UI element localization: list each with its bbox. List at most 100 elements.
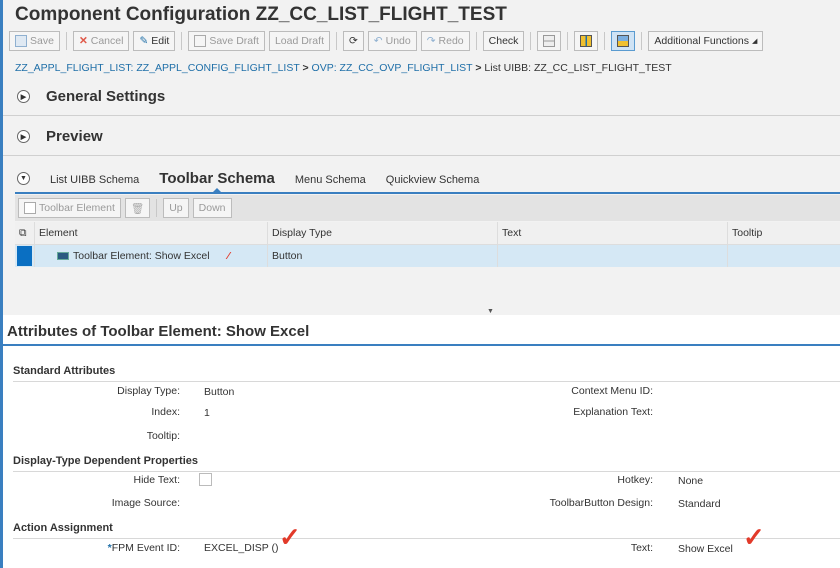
save-draft-button[interactable]: Save Draft bbox=[188, 31, 265, 51]
breadcrumb-separator: > bbox=[302, 62, 309, 74]
add-toolbar-element-button[interactable]: Toolbar Element bbox=[18, 198, 121, 218]
checkmark-annotation-icon: ✓ bbox=[279, 522, 301, 552]
save-draft-icon bbox=[194, 35, 207, 47]
separator bbox=[530, 32, 532, 50]
checkmark-annotation-icon: ✓ bbox=[743, 522, 765, 552]
divider bbox=[3, 155, 840, 156]
layout-rows-icon bbox=[543, 35, 556, 47]
explanation-text-label: Explanation Text: bbox=[573, 406, 653, 418]
hotkey-label: Hotkey: bbox=[617, 474, 653, 486]
table-row[interactable]: Toolbar Element: Show Excel ⁄ Button bbox=[15, 245, 840, 267]
column-header-element[interactable]: Element bbox=[35, 222, 268, 244]
tab-list-uibb-schema[interactable]: List UIBB Schema bbox=[50, 174, 139, 190]
layout-split-icon bbox=[617, 35, 630, 47]
layout-split-button[interactable] bbox=[611, 31, 636, 51]
cell-tooltip bbox=[728, 245, 840, 267]
redo-icon: ↷ bbox=[426, 35, 436, 47]
index-label: Index: bbox=[151, 406, 180, 418]
cancel-button[interactable]: ✕ Cancel bbox=[72, 31, 130, 51]
divider bbox=[13, 538, 840, 539]
page-title: Component Configuration ZZ_CC_LIST_FLIGH… bbox=[15, 4, 507, 25]
divider bbox=[13, 471, 840, 472]
main-toolbar: Save ✕ Cancel ✎ Edit Save Draft Load Draft… bbox=[9, 31, 764, 51]
layout-columns-icon bbox=[580, 35, 593, 47]
action-assignment-heading: Action Assignment bbox=[13, 522, 113, 534]
tab-toolbar-schema[interactable]: Toolbar Schema bbox=[159, 170, 275, 193]
tab-underline bbox=[15, 192, 840, 194]
column-header-text[interactable]: Text bbox=[498, 222, 728, 244]
breadcrumb-separator: > bbox=[475, 62, 482, 74]
collapse-icon[interactable]: ▼ bbox=[17, 172, 30, 185]
additional-functions-button[interactable]: Additional Functions ◢ bbox=[648, 31, 764, 51]
text-value[interactable]: Show Excel bbox=[678, 543, 733, 555]
save-icon bbox=[15, 35, 27, 47]
display-type-label: Display Type: bbox=[117, 385, 180, 397]
attributes-panel: Attributes of Toolbar Element: Show Exce… bbox=[3, 315, 840, 568]
refresh-button[interactable]: ⟳ bbox=[342, 31, 364, 51]
breadcrumb-link-application[interactable]: ZZ_APPL_FLIGHT_LIST: ZZ_APPL_CONFIG_FLIG… bbox=[15, 62, 300, 74]
annotation-mark: ⁄ bbox=[227, 250, 230, 262]
column-header-tooltip[interactable]: Tooltip bbox=[728, 222, 840, 244]
redo-button[interactable]: ↷ Redo bbox=[420, 31, 470, 51]
select-all-icon[interactable]: ⧉ bbox=[15, 222, 35, 244]
undo-button[interactable]: ↶ Undo bbox=[367, 31, 417, 51]
divider bbox=[13, 381, 840, 382]
splitter-handle[interactable]: ▼ bbox=[487, 308, 494, 315]
separator bbox=[475, 32, 477, 50]
index-value: 1 bbox=[204, 407, 210, 419]
pencil-icon: ✎ bbox=[139, 35, 149, 47]
text-label: Text: bbox=[630, 542, 653, 554]
new-document-icon bbox=[24, 202, 36, 214]
separator bbox=[335, 32, 337, 50]
preview-panel-header[interactable]: ▶ Preview bbox=[17, 128, 103, 145]
hotkey-value[interactable]: None bbox=[678, 475, 703, 487]
breadcrumb-link-ovp[interactable]: OVP: ZZ_CC_OVP_FLIGHT_LIST bbox=[312, 62, 473, 74]
cancel-icon: ✕ bbox=[78, 35, 88, 47]
fpm-event-id-label: *FPM Event ID: bbox=[107, 542, 180, 554]
cell-display-type: Button bbox=[268, 245, 498, 267]
cell-text bbox=[498, 245, 728, 267]
layout-vertical-button[interactable] bbox=[574, 31, 599, 51]
trash-icon: 🗑 bbox=[130, 202, 145, 215]
toolbar-button-design-value[interactable]: Standard bbox=[678, 498, 721, 510]
undo-icon: ↶ bbox=[373, 35, 383, 47]
tooltip-label: Tooltip: bbox=[146, 430, 180, 442]
edit-button[interactable]: ✎ Edit bbox=[133, 31, 176, 51]
toolbar-button-design-label: ToolbarButton Design: bbox=[549, 497, 653, 509]
standard-attributes-heading: Standard Attributes bbox=[13, 365, 116, 377]
separator bbox=[641, 32, 643, 50]
delete-button[interactable]: 🗑 bbox=[124, 198, 151, 218]
dropdown-icon: ◢ bbox=[751, 38, 758, 45]
attributes-title: Attributes of Toolbar Element: Show Exce… bbox=[7, 323, 310, 340]
fpm-event-id-value[interactable]: EXCEL_DISP () bbox=[204, 542, 279, 554]
row-selector[interactable] bbox=[15, 245, 35, 267]
save-button[interactable]: Save bbox=[9, 31, 60, 51]
load-draft-button[interactable]: Load Draft bbox=[268, 31, 330, 51]
separator bbox=[181, 32, 183, 50]
breadcrumb: ZZ_APPL_FLIGHT_LIST: ZZ_APPL_CONFIG_FLIG… bbox=[15, 62, 672, 74]
hide-text-checkbox[interactable] bbox=[199, 473, 212, 486]
expand-icon[interactable]: ▶ bbox=[17, 90, 30, 103]
check-button[interactable]: Check bbox=[482, 31, 525, 51]
table-header: ⧉ Element Display Type Text Tooltip bbox=[15, 222, 840, 245]
down-button[interactable]: Down bbox=[192, 198, 232, 218]
expand-icon[interactable]: ▶ bbox=[17, 130, 30, 143]
general-settings-panel-header[interactable]: ▶ General Settings bbox=[17, 88, 165, 105]
tab-quickview-schema[interactable]: Quickview Schema bbox=[386, 174, 480, 190]
schema-toolbar: Toolbar Element 🗑 Up Down bbox=[15, 195, 840, 221]
cell-element: Toolbar Element: Show Excel ⁄ bbox=[35, 245, 268, 267]
breadcrumb-current: List UIBB: ZZ_CC_LIST_FLIGHT_TEST bbox=[484, 62, 672, 74]
display-type-value: Button bbox=[204, 386, 235, 398]
column-header-display-type[interactable]: Display Type bbox=[268, 222, 498, 244]
up-button[interactable]: Up bbox=[163, 198, 189, 218]
toolbar-element-icon bbox=[57, 252, 69, 260]
layout-horizontal-button[interactable] bbox=[537, 31, 562, 51]
refresh-icon: ⟳ bbox=[348, 35, 358, 47]
separator bbox=[567, 32, 569, 50]
schema-tabs: ▼ List UIBB Schema Toolbar Schema Menu S… bbox=[17, 168, 480, 193]
divider bbox=[3, 115, 840, 116]
hide-text-label: Hide Text: bbox=[133, 474, 181, 486]
image-source-label: Image Source: bbox=[111, 497, 180, 509]
dependent-properties-heading: Display-Type Dependent Properties bbox=[13, 455, 199, 467]
tab-menu-schema[interactable]: Menu Schema bbox=[295, 174, 366, 190]
